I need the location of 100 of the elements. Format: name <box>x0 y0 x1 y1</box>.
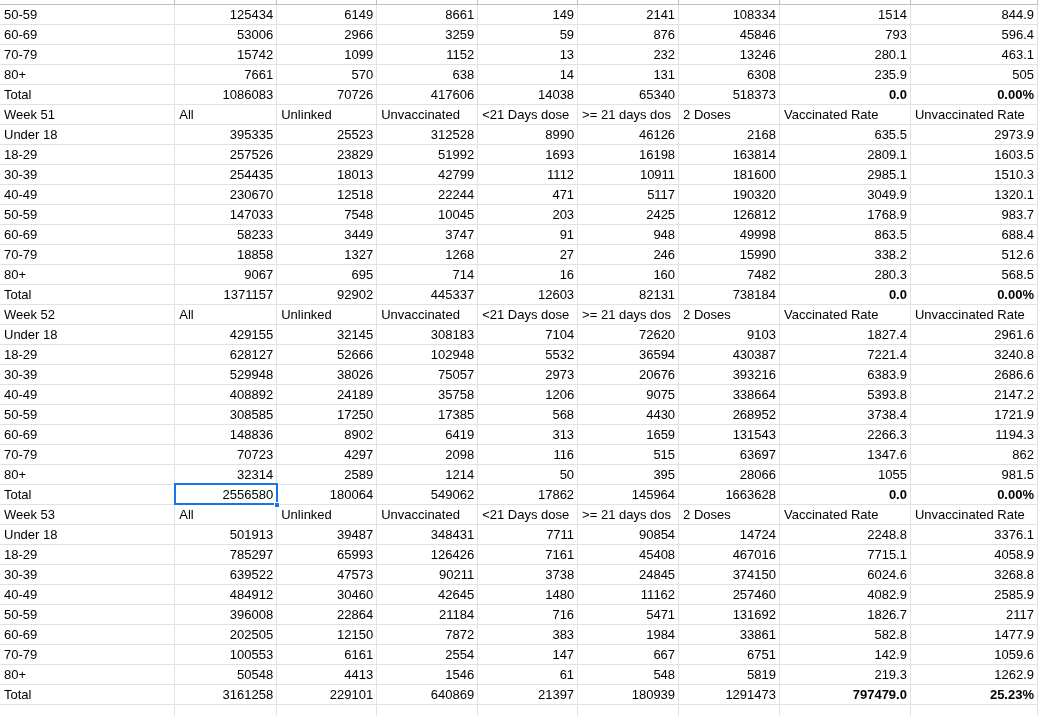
row-label: 40-49 <box>0 584 175 604</box>
table-cell: 3738 <box>477 564 578 584</box>
row-label: 30-39 <box>0 564 175 584</box>
table-cell: 7104 <box>477 324 578 344</box>
table-cell: 4413 <box>276 664 377 684</box>
table-cell: 548 <box>577 664 679 684</box>
row-label: Total <box>0 684 175 704</box>
column-header: Vaccinated Rate <box>779 104 911 124</box>
table-cell: 568 <box>477 404 578 424</box>
table-cell: 1827.4 <box>779 324 911 344</box>
column-header: <21 Days dose <box>477 104 578 124</box>
table-cell: 82131 <box>577 284 679 304</box>
table-cell: 1059.6 <box>910 644 1038 664</box>
table-cell: 10045 <box>376 204 478 224</box>
table-cell: 1327 <box>276 244 377 264</box>
table-cell: 635.5 <box>779 124 911 144</box>
table-cell: 160 <box>577 264 679 284</box>
table-cell: 65340 <box>577 84 679 104</box>
table-cell: 6149 <box>276 4 377 24</box>
table-cell: 24845 <box>577 564 679 584</box>
table-cell: 2809.1 <box>779 144 911 164</box>
table-cell: 3268.8 <box>910 564 1038 584</box>
table-cell: 308585 <box>174 404 277 424</box>
table-cell: 52666 <box>276 344 377 364</box>
table-cell: 568.5 <box>910 264 1038 284</box>
table-cell: 695 <box>276 264 377 284</box>
table-cell: 13 <box>477 44 578 64</box>
table-cell: 518373 <box>678 84 780 104</box>
table-cell: 50 <box>477 464 578 484</box>
table-cell: 6308 <box>678 64 780 84</box>
row-label: 80+ <box>0 464 175 484</box>
table-cell: 2585.9 <box>910 584 1038 604</box>
table-cell: 8661 <box>376 4 478 24</box>
table-cell: 505 <box>910 64 1038 84</box>
column-header: Week 52 <box>0 304 175 324</box>
table-cell: 1320.1 <box>910 184 1038 204</box>
table-cell: 17385 <box>376 404 478 424</box>
table-cell: 312528 <box>376 124 478 144</box>
table-cell: 348431 <box>376 524 478 544</box>
row-label: 50-59 <box>0 204 175 224</box>
table-cell: 21184 <box>376 604 478 624</box>
table-cell: 246 <box>577 244 679 264</box>
table-cell: 738184 <box>678 284 780 304</box>
table-cell: 75057 <box>376 364 478 384</box>
table-cell: 2117 <box>910 604 1038 624</box>
table-cell: 1693 <box>477 144 578 164</box>
table-cell: 0.00% <box>910 84 1038 104</box>
table-cell: 36594 <box>577 344 679 364</box>
column-header: >= 21 days dos <box>577 504 679 524</box>
table-cell: 257460 <box>678 584 780 604</box>
column-header: All <box>174 504 277 524</box>
table-cell: 131543 <box>678 424 780 444</box>
row-label: 50-59 <box>0 4 175 24</box>
table-cell: 8902 <box>276 424 377 444</box>
table-cell: 14724 <box>678 524 780 544</box>
row-label: Total <box>0 484 175 504</box>
table-cell: 876 <box>577 24 679 44</box>
table-cell: 445337 <box>376 284 478 304</box>
table-cell: 529948 <box>174 364 277 384</box>
table-cell: 235.9 <box>779 64 911 84</box>
table-cell: 1477.9 <box>910 624 1038 644</box>
table-cell: 7872 <box>376 624 478 644</box>
table-cell: 2973 <box>477 364 578 384</box>
selected-cell[interactable]: 2556580 <box>174 484 277 504</box>
table-cell: 7715.1 <box>779 544 911 564</box>
column-header: Unvaccinated Rate <box>910 304 1038 324</box>
table-cell: 688.4 <box>910 224 1038 244</box>
table-cell: 2589 <box>276 464 377 484</box>
table-cell: 1514 <box>779 4 911 24</box>
table-cell: 147 <box>477 644 578 664</box>
table-cell: 1546 <box>376 664 478 684</box>
table-cell: 9103 <box>678 324 780 344</box>
column-header: All <box>174 104 277 124</box>
table-cell: 58233 <box>174 224 277 244</box>
column-header: Unvaccinated <box>376 504 478 524</box>
table-cell: 25.23% <box>910 684 1038 704</box>
table-cell: 23829 <box>276 144 377 164</box>
table-cell: 27 <box>477 244 578 264</box>
table-cell: 0.00% <box>910 284 1038 304</box>
table-cell: 9067 <box>174 264 277 284</box>
column-header: Vaccinated Rate <box>779 304 911 324</box>
table-cell: 4082.9 <box>779 584 911 604</box>
table-cell: 6024.6 <box>779 564 911 584</box>
table-cell: 2973.9 <box>910 124 1038 144</box>
table-cell: 8990 <box>477 124 578 144</box>
table-cell: 716 <box>477 604 578 624</box>
cell-text: 2556580 <box>222 486 274 502</box>
row-label: 60-69 <box>0 624 175 644</box>
fill-handle-icon[interactable] <box>274 501 281 508</box>
table-cell: 429155 <box>174 324 277 344</box>
table-cell: 45846 <box>678 24 780 44</box>
table-cell: 148836 <box>174 424 277 444</box>
table-cell: 7161 <box>477 544 578 564</box>
table-cell: 948 <box>577 224 679 244</box>
table-cell: 3049.9 <box>779 184 911 204</box>
table-cell: 1194.3 <box>910 424 1038 444</box>
table-cell: 108334 <box>678 4 780 24</box>
table-cell: 35758 <box>376 384 478 404</box>
table-cell: 280.3 <box>779 264 911 284</box>
table-cell: 463.1 <box>910 44 1038 64</box>
